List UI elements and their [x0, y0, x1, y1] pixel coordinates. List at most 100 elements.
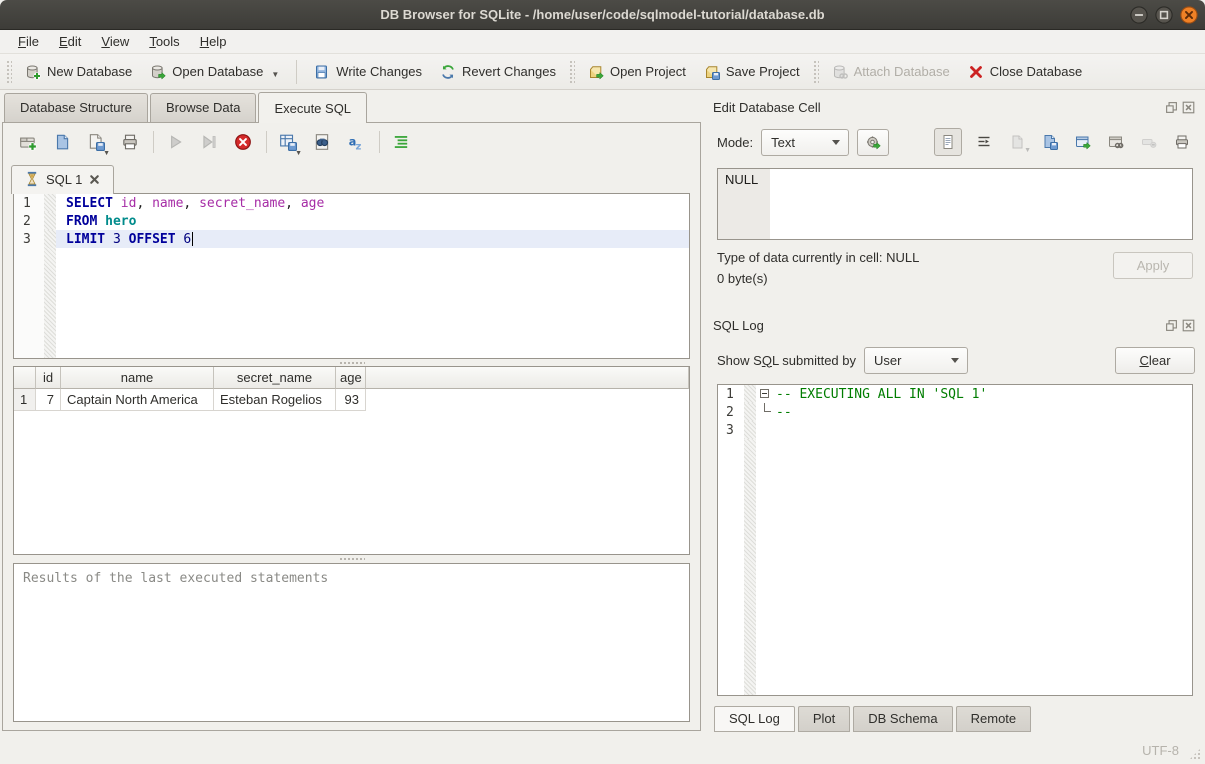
- menu-tools[interactable]: Tools: [139, 31, 189, 52]
- table-cell[interactable]: Captain North America: [61, 389, 214, 411]
- dock-float-icon[interactable]: [1165, 101, 1178, 114]
- import-data-icon: [1009, 134, 1025, 150]
- fold-marker-column: [756, 421, 774, 439]
- toolbar-button-label: Close Database: [990, 64, 1083, 79]
- dock-tab-db-schema[interactable]: DB Schema: [853, 706, 952, 732]
- token-plain: ,: [136, 196, 152, 211]
- dock-tab-remote[interactable]: Remote: [956, 706, 1032, 732]
- clear-log-button[interactable]: Clear: [1115, 347, 1195, 374]
- edit-cell-title: Edit Database Cell: [713, 100, 1165, 115]
- menu-file[interactable]: File: [8, 31, 49, 52]
- toolbar-handle[interactable]: [6, 60, 12, 84]
- menu-edit[interactable]: Edit: [49, 31, 91, 52]
- fold-collapse-icon[interactable]: [760, 389, 769, 398]
- stop-execution-button[interactable]: [230, 129, 256, 155]
- tab-browse-data[interactable]: Browse Data: [150, 93, 256, 122]
- dock-close-icon[interactable]: [1182, 319, 1195, 332]
- link-data-button[interactable]: [1105, 131, 1127, 153]
- column-header-id[interactable]: id: [36, 367, 61, 389]
- dock-tab-sql-log[interactable]: SQL Log: [714, 706, 795, 732]
- tab-execute-sql[interactable]: Execute SQL: [258, 92, 367, 123]
- write-changes-button[interactable]: Write Changes: [305, 60, 431, 84]
- toolbar-button-label: Write Changes: [336, 64, 422, 79]
- submitter-select[interactable]: User: [864, 347, 968, 374]
- row-number-header[interactable]: [14, 367, 36, 389]
- dock-float-icon[interactable]: [1165, 319, 1178, 332]
- save-project-button[interactable]: Save Project: [695, 60, 809, 84]
- maximize-button[interactable]: [1154, 5, 1173, 24]
- new-database-button[interactable]: New Database: [16, 60, 141, 84]
- main-tab-bar: Database StructureBrowse DataExecute SQL: [0, 90, 703, 122]
- set-null-button[interactable]: [1138, 131, 1160, 153]
- table-cell[interactable]: 93: [336, 389, 366, 411]
- format-sql-button[interactable]: az: [343, 129, 369, 155]
- text-mode-icon: [940, 134, 956, 150]
- column-header-name[interactable]: name: [61, 367, 214, 389]
- tab-new-icon: [19, 133, 37, 151]
- save-sql-file-icon: [87, 133, 105, 151]
- table-row: 17Captain North AmericaEsteban Rogelios9…: [14, 389, 689, 411]
- column-header-age[interactable]: age: [336, 367, 366, 389]
- sql-log-dock-header: SQL Log: [713, 314, 1195, 336]
- apply-button[interactable]: Apply: [1113, 252, 1193, 279]
- cell-editor[interactable]: NULL: [717, 168, 1193, 240]
- toolbar-handle[interactable]: [569, 60, 575, 84]
- attach-database-button[interactable]: Attach Database: [823, 60, 959, 84]
- row-number[interactable]: 1: [14, 389, 36, 411]
- execute-current-line-button[interactable]: [196, 129, 222, 155]
- cell-editor-area[interactable]: [770, 169, 1192, 239]
- menu-help[interactable]: Help: [190, 31, 237, 52]
- fold-marker-column[interactable]: [756, 385, 774, 403]
- results-message-splitter[interactable]: [3, 555, 700, 562]
- sql-tab[interactable]: SQL 1: [11, 165, 114, 194]
- resize-grip-icon[interactable]: [1189, 748, 1201, 760]
- window-close-icon: [1180, 6, 1198, 24]
- open-sql-file-button[interactable]: [49, 129, 75, 155]
- editor-line[interactable]: 3LIMIT 3 OFFSET 6: [14, 230, 689, 248]
- toggle-results-view-button[interactable]: [388, 129, 414, 155]
- mode-select[interactable]: Text: [761, 129, 849, 156]
- text-mode-button[interactable]: [934, 128, 962, 156]
- save-results-button[interactable]: ▼: [275, 129, 301, 155]
- print-cell-button[interactable]: [1171, 131, 1193, 153]
- tab-database-structure[interactable]: Database Structure: [4, 93, 148, 122]
- token-number: 6: [183, 232, 191, 247]
- open-project-button[interactable]: Open Project: [579, 60, 695, 84]
- menu-view[interactable]: View: [91, 31, 139, 52]
- execute-all-button[interactable]: [162, 129, 188, 155]
- editor-results-splitter[interactable]: [3, 359, 700, 366]
- minimize-button[interactable]: [1129, 5, 1148, 24]
- token-keyword: OFFSET: [129, 232, 176, 247]
- window-minimize-icon: [1130, 6, 1148, 24]
- editor-line[interactable]: 1SELECT id, name, secret_name, age: [14, 194, 689, 212]
- table-cell[interactable]: 7: [36, 389, 61, 411]
- right-pane: Edit Database Cell Mode: Text ▼ NULL: [703, 90, 1205, 737]
- print-sql-button[interactable]: [117, 129, 143, 155]
- editor-line[interactable]: 2FROM hero: [14, 212, 689, 230]
- open-database-button[interactable]: Open Database▼: [141, 60, 288, 84]
- table-cell[interactable]: Esteban Rogelios: [214, 389, 336, 411]
- save-results-icon: [279, 133, 297, 151]
- dock-tab-plot[interactable]: Plot: [798, 706, 850, 732]
- menubar: FileEditViewToolsHelp: [0, 30, 1205, 54]
- row-filler: [366, 389, 689, 411]
- sql-editor[interactable]: 1SELECT id, name, secret_name, age2FROM …: [13, 193, 690, 359]
- line-number: 1: [14, 194, 44, 212]
- tab-new-button[interactable]: [15, 129, 41, 155]
- save-sql-file-button[interactable]: ▼: [83, 129, 109, 155]
- sql-tab-close-icon[interactable]: [88, 173, 101, 186]
- chevron-down-icon: ▼: [271, 70, 279, 80]
- token-keyword: FROM: [66, 214, 97, 229]
- auto-apply-button[interactable]: [857, 129, 889, 156]
- toolbar-handle[interactable]: [813, 60, 819, 84]
- column-header-secret_name[interactable]: secret_name: [214, 367, 336, 389]
- open-in-external-button[interactable]: [1072, 131, 1094, 153]
- dock-close-icon[interactable]: [1182, 101, 1195, 114]
- revert-changes-button[interactable]: Revert Changes: [431, 60, 565, 84]
- close-database-button[interactable]: Close Database: [959, 60, 1092, 84]
- close-button[interactable]: [1179, 5, 1198, 24]
- import-data-button[interactable]: ▼: [1006, 131, 1028, 153]
- word-wrap-button[interactable]: [973, 131, 995, 153]
- export-data-button[interactable]: [1039, 131, 1061, 153]
- find-replace-button[interactable]: [309, 129, 335, 155]
